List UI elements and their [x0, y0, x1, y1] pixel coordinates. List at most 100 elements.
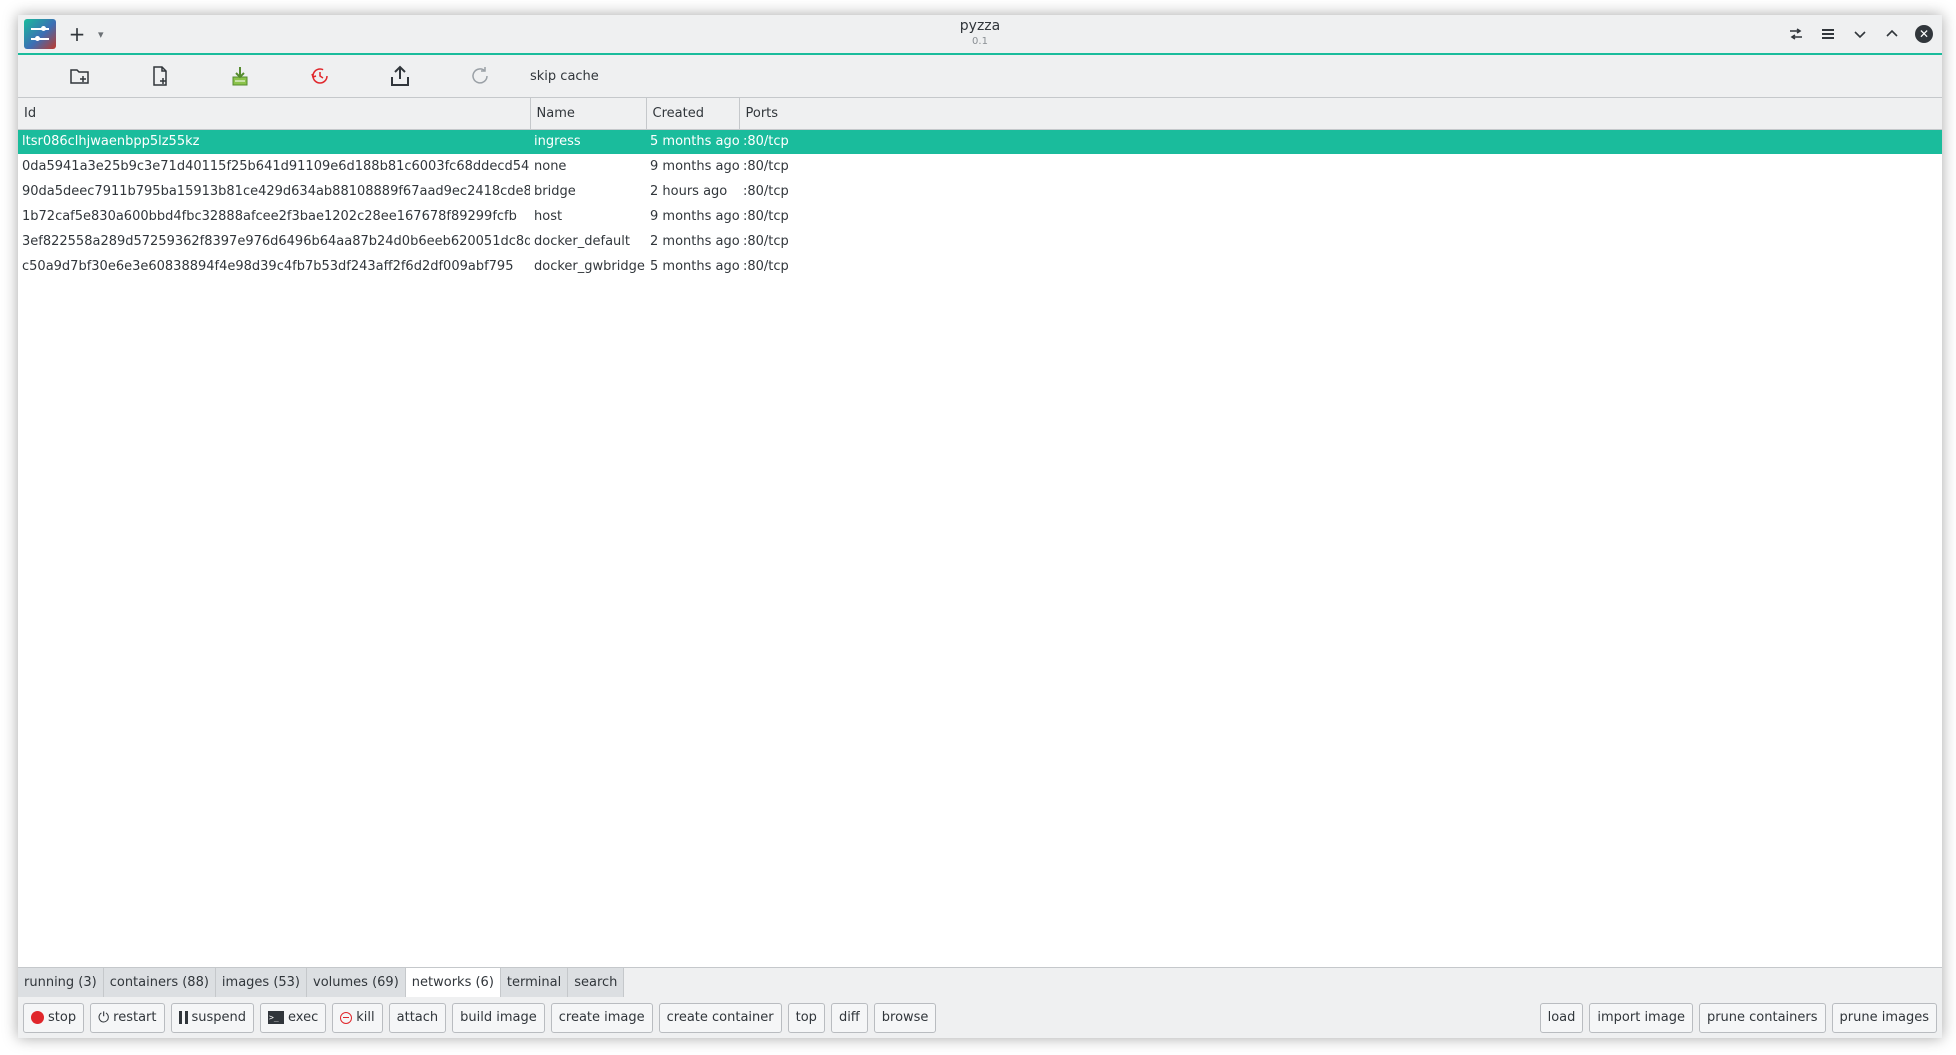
prune-containers-button[interactable]: prune containers — [1698, 1002, 1826, 1033]
action-group-left: stop ⏻ restart suspend >_ exec kill atta… — [23, 1002, 937, 1033]
tab-search[interactable]: search — [568, 968, 625, 997]
cell-ports: :80/tcp — [743, 209, 789, 224]
cell-created: 5 months ago — [650, 259, 739, 274]
table-row[interactable]: 3ef822558a289d57259362f8397e976d6496b64a… — [18, 229, 1942, 254]
column-header-created[interactable]: Created — [646, 98, 740, 130]
create-container-button[interactable]: create container — [658, 1002, 782, 1033]
push-button[interactable] — [360, 58, 440, 94]
diff-button[interactable]: diff — [830, 1002, 868, 1033]
window-title: pyzza — [959, 18, 1001, 34]
kill-button[interactable]: kill — [332, 1002, 383, 1033]
tab-volumes[interactable]: volumes (69) — [307, 968, 406, 997]
cell-ports: :80/tcp — [743, 234, 789, 249]
new-document-button[interactable] — [120, 58, 200, 94]
hamburger-icon — [1822, 29, 1834, 39]
cell-ports: :80/tcp — [743, 159, 789, 174]
cell-created: 2 hours ago — [650, 184, 728, 199]
column-header-id[interactable]: Id — [18, 98, 531, 130]
cell-id: 0da5941a3e25b9c3e71d40115f25b641d91109e6… — [22, 159, 530, 174]
refresh-button[interactable] — [440, 58, 520, 94]
cell-name: host — [534, 209, 563, 224]
cell-name: ingress — [530, 129, 646, 154]
suspend-button[interactable]: suspend — [170, 1002, 255, 1033]
tab-bar: running (3) containers (88) images (53) … — [18, 967, 1942, 997]
restart-button[interactable]: ⏻ restart — [90, 1002, 165, 1033]
cell-id: ltsr086clhjwaenbpp5lz55kz — [18, 129, 530, 154]
upload-icon — [391, 65, 409, 86]
cell-name: none — [534, 159, 567, 174]
sliders-icon — [1790, 28, 1802, 40]
refresh-icon — [472, 67, 488, 84]
stop-label: stop — [48, 1010, 77, 1025]
clock-restore-icon — [311, 68, 328, 84]
table-row[interactable]: c50a9d7bf30e6e3e60838894f4e98d39c4fb7b53… — [18, 254, 1942, 279]
new-folder-button[interactable] — [40, 58, 120, 94]
table-row[interactable]: 0da5941a3e25b9c3e71d40115f25b641d91109e6… — [18, 154, 1942, 179]
table-header: Id Name Created Ports — [18, 98, 1942, 130]
maximize-button[interactable] — [1880, 21, 1904, 47]
settings-button[interactable] — [1784, 21, 1808, 47]
app-window: + ▾ pyzza 0.1 ✕ skip cache Id Name Creat… — [18, 15, 1942, 1038]
cell-id: 3ef822558a289d57259362f8397e976d6496b64a… — [22, 234, 530, 249]
terminal-icon: >_ — [268, 1011, 285, 1024]
build-image-button[interactable]: build image — [452, 1002, 545, 1033]
close-icon: ✕ — [1915, 25, 1933, 43]
restart-label: restart — [113, 1010, 157, 1025]
menu-button[interactable] — [1816, 21, 1840, 47]
table-row[interactable]: 1b72caf5e830a600bbd4fbc32888afcee2f3bae1… — [18, 204, 1942, 229]
import-image-button[interactable]: import image — [1589, 1002, 1693, 1033]
table-row[interactable]: 90da5deec7911b795ba15913b81ce429d634ab88… — [18, 179, 1942, 204]
cell-name: docker_default — [534, 234, 631, 249]
minimize-button[interactable] — [1848, 21, 1872, 47]
chevron-up-icon — [1886, 29, 1898, 37]
document-add-icon — [153, 66, 167, 86]
action-bar: stop ⏻ restart suspend >_ exec kill atta… — [18, 997, 1942, 1038]
folder-add-icon — [70, 69, 89, 84]
stop-icon — [31, 1011, 44, 1024]
tab-images[interactable]: images (53) — [215, 968, 308, 997]
exec-button[interactable]: >_ exec — [260, 1002, 327, 1033]
suspend-label: suspend — [191, 1010, 247, 1025]
tab-containers[interactable]: containers (88) — [103, 968, 216, 997]
restore-button[interactable] — [280, 58, 360, 94]
cell-ports: :80/tcp — [743, 259, 789, 274]
toolbar: skip cache — [18, 55, 1942, 98]
cell-ports: :80/tcp — [743, 184, 789, 199]
kill-label: kill — [356, 1010, 375, 1025]
cell-id: 1b72caf5e830a600bbd4fbc32888afcee2f3bae1… — [22, 209, 517, 224]
cell-created: 5 months ago — [646, 129, 739, 154]
cell-name: bridge — [534, 184, 576, 199]
attach-button[interactable]: attach — [388, 1002, 447, 1033]
no-entry-icon — [340, 1011, 353, 1024]
close-button[interactable]: ✕ — [1912, 21, 1936, 47]
top-button[interactable]: top — [787, 1002, 825, 1033]
prune-images-button[interactable]: prune images — [1831, 1002, 1937, 1033]
pause-icon — [178, 1011, 188, 1024]
load-button[interactable]: load — [1539, 1002, 1584, 1033]
power-icon: ⏻ — [98, 1009, 110, 1026]
cell-name: docker_gwbridge — [534, 259, 645, 274]
cell-created: 2 months ago — [650, 234, 739, 249]
cell-id: c50a9d7bf30e6e3e60838894f4e98d39c4fb7b53… — [22, 259, 514, 274]
download-icon — [232, 67, 248, 86]
column-header-name[interactable]: Name — [530, 98, 647, 130]
tab-terminal[interactable]: terminal — [500, 968, 569, 997]
column-header-ports[interactable]: Ports — [739, 98, 1942, 130]
browse-button[interactable]: browse — [873, 1002, 937, 1033]
cell-created: 9 months ago — [650, 159, 739, 174]
action-group-right: load import image prune containers prune… — [1539, 1002, 1937, 1033]
skip-cache-toggle[interactable]: skip cache — [520, 63, 609, 90]
tab-networks[interactable]: networks (6) — [405, 968, 501, 997]
chevron-down-icon — [1854, 31, 1866, 39]
pull-button[interactable] — [200, 58, 280, 94]
networks-table: Id Name Created Ports ltsr086clhjwaenbpp… — [18, 98, 1942, 967]
cell-id: 90da5deec7911b795ba15913b81ce429d634ab88… — [22, 184, 530, 199]
table-row[interactable]: ltsr086clhjwaenbpp5lz55kz ingress 5 mont… — [18, 129, 1942, 154]
create-image-button[interactable]: create image — [550, 1002, 653, 1033]
window-version: 0.1 — [972, 36, 988, 47]
tab-running[interactable]: running (3) — [18, 968, 104, 997]
exec-label: exec — [288, 1010, 319, 1025]
stop-button[interactable]: stop — [23, 1002, 85, 1033]
title-bar: + ▾ pyzza 0.1 ✕ — [18, 15, 1942, 55]
window-title-block: pyzza 0.1 — [18, 18, 1942, 48]
